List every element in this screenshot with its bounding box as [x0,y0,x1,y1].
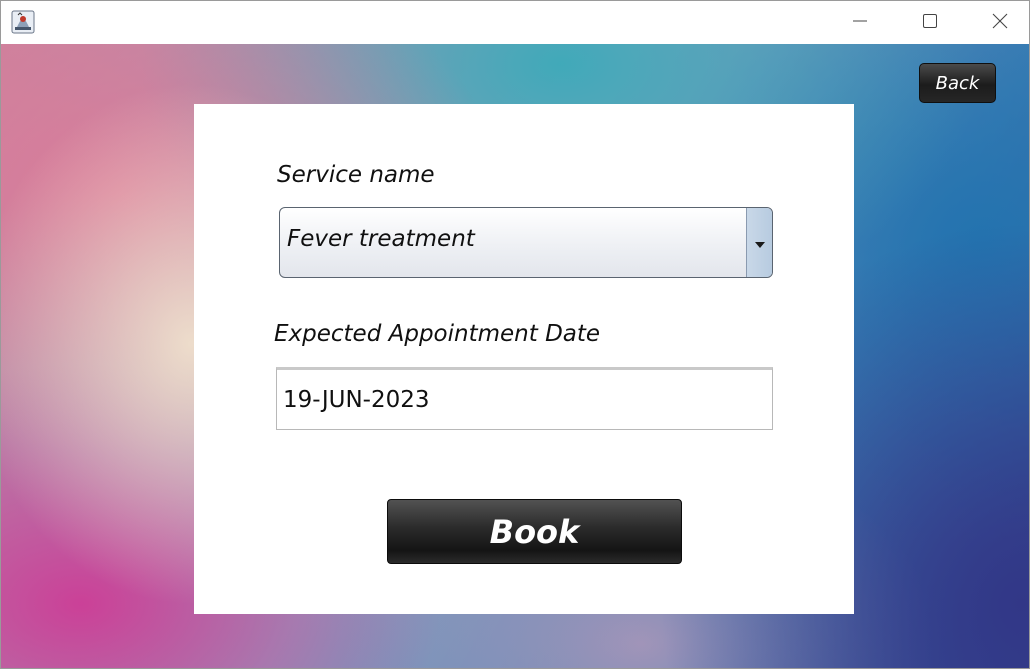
gradient-background: Back Service name Fever treatment Expect… [1,44,1029,668]
service-name-label: Service name [277,162,435,188]
back-button[interactable]: Back [919,63,996,103]
service-name-combobox[interactable]: Fever treatment [279,207,773,278]
close-button[interactable] [966,1,1029,44]
appointment-date-label: Expected Appointment Date [274,321,601,347]
close-icon [992,13,1008,33]
appointment-date-field[interactable] [276,367,773,430]
minimize-button[interactable] [826,1,894,44]
chevron-down-icon [754,233,765,252]
minimize-icon [853,13,867,32]
combobox-dropdown-button[interactable] [746,208,772,277]
book-button[interactable]: Book [387,499,682,564]
app-window: Back Service name Fever treatment Expect… [0,0,1030,669]
java-app-icon [11,10,35,34]
title-bar [1,1,1029,44]
maximize-icon [922,13,938,33]
service-selected-value: Fever treatment [287,226,475,252]
maximize-button[interactable] [896,1,964,44]
booking-form-panel: Service name Fever treatment Expected Ap… [194,104,854,614]
